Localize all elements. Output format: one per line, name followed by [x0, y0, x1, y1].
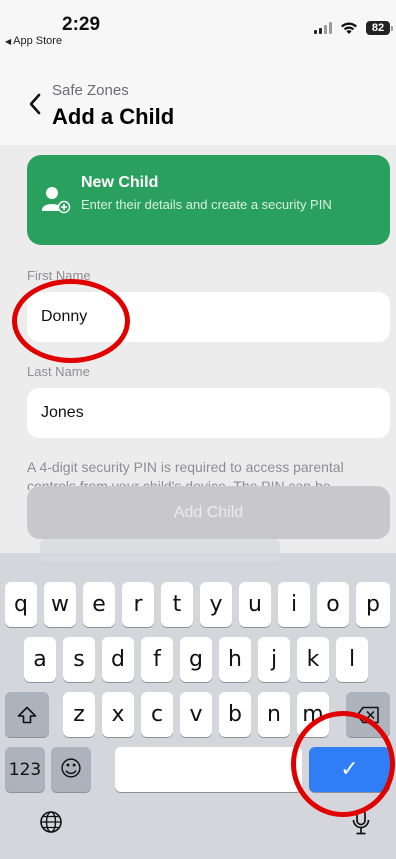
back-triangle-icon: ◀ [5, 37, 12, 46]
add-child-button[interactable]: Add Child [27, 486, 390, 539]
add-person-icon [42, 187, 71, 214]
key-n[interactable]: n [258, 692, 290, 737]
key-d[interactable]: d [102, 637, 134, 682]
key-z[interactable]: z [63, 692, 95, 737]
last-name-value: Jones [41, 404, 84, 421]
banner-subtitle: Enter their details and create a securit… [81, 197, 332, 212]
key-l[interactable]: l [336, 637, 368, 682]
key-v[interactable]: v [180, 692, 212, 737]
last-name-field[interactable]: Jones [27, 388, 390, 438]
status-time: 2:29 [62, 14, 101, 35]
numbers-key[interactable]: 123 [5, 747, 45, 792]
key-k[interactable]: k [297, 637, 329, 682]
key-s[interactable]: s [63, 637, 95, 682]
battery-level: 82 [366, 21, 390, 35]
keyboard-suggestion-peek [40, 539, 280, 563]
banner-title: New Child [81, 174, 159, 191]
key-m[interactable]: m [297, 692, 329, 737]
space-key[interactable] [115, 747, 302, 792]
back-to-app-link[interactable]: ◀ App Store [5, 35, 62, 47]
key-u[interactable]: u [239, 582, 271, 627]
wifi-icon [341, 22, 357, 34]
back-app-label: App Store [13, 35, 63, 47]
key-w[interactable]: w [44, 582, 76, 627]
key-h[interactable]: h [219, 637, 251, 682]
page-title: Add a Child [52, 104, 175, 129]
emoji-icon: ☺ [59, 757, 83, 782]
delete-key[interactable] [346, 692, 390, 737]
globe-icon[interactable] [39, 810, 63, 834]
emoji-key[interactable]: ☺ [51, 747, 91, 792]
key-a[interactable]: a [24, 637, 56, 682]
screen: 2:29 ◀ App Store 82 Safe Zones Add a Chil… [0, 0, 396, 859]
key-e[interactable]: e [83, 582, 115, 627]
status-indicators: 82 [314, 21, 393, 35]
key-r[interactable]: r [122, 582, 154, 627]
key-x[interactable]: x [102, 692, 134, 737]
signal-icon [314, 22, 332, 34]
key-c[interactable]: c [141, 692, 173, 737]
battery-indicator: 82 [366, 21, 393, 35]
first-name-value: Donny [41, 308, 88, 325]
first-name-label: First Name [27, 268, 91, 283]
shift-key[interactable] [5, 692, 49, 737]
key-p[interactable]: p [356, 582, 390, 627]
key-y[interactable]: y [200, 582, 232, 627]
back-chevron-icon[interactable] [28, 93, 42, 115]
last-name-label: Last Name [27, 364, 90, 379]
microphone-icon[interactable] [352, 808, 370, 836]
nav-parent-title[interactable]: Safe Zones [52, 82, 129, 99]
key-o[interactable]: o [317, 582, 349, 627]
key-q[interactable]: q [5, 582, 37, 627]
shift-icon [17, 706, 37, 723]
checkmark-icon: ✓ [340, 757, 359, 782]
keyboard: q w e r t y u i o p a s d f g h j k l z … [0, 539, 396, 859]
key-i[interactable]: i [278, 582, 310, 627]
key-b[interactable]: b [219, 692, 251, 737]
key-j[interactable]: j [258, 637, 290, 682]
key-t[interactable]: t [161, 582, 193, 627]
first-name-field[interactable]: Donny [27, 292, 390, 342]
key-f[interactable]: f [141, 637, 173, 682]
done-return-key[interactable]: ✓ [309, 747, 390, 792]
header: 2:29 ◀ App Store 82 Safe Zones Add a Chil… [0, 0, 396, 145]
delete-icon [356, 706, 379, 723]
key-g[interactable]: g [180, 637, 212, 682]
battery-tip [391, 25, 393, 31]
new-child-banner: New Child Enter their details and create… [27, 155, 390, 245]
